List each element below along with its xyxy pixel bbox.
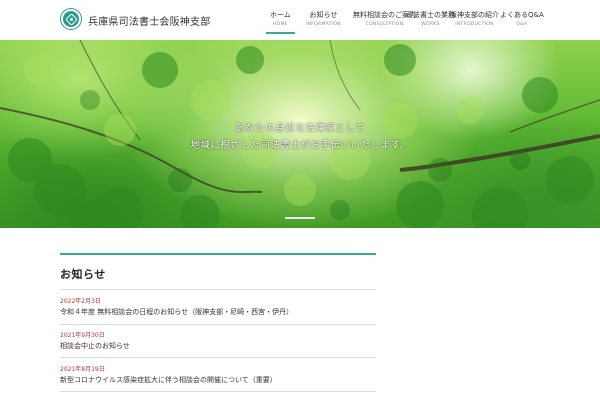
- nav-works[interactable]: 司法書士の業務 WORKS: [406, 11, 455, 28]
- news-item-link[interactable]: 新型コロナウイルス感染症拡大に伴う相談会の開催について（重要）: [60, 375, 277, 385]
- news-date: 2021年9月30日: [60, 332, 105, 339]
- hero-headline-line2: 地域に根ざした司法書士がお手伝いいたします。: [190, 140, 410, 151]
- nav-works-label: 司法書士の業務: [406, 11, 455, 19]
- nav-qa-label: よくあるQ&A: [500, 11, 544, 19]
- news-date: 2022年2月3日: [60, 298, 101, 305]
- nav-works-sublabel: WORKS: [421, 22, 440, 27]
- news-divider: [60, 289, 376, 290]
- nav-qa-sublabel: Q&A: [516, 22, 528, 27]
- hero-headline-line1: あなたの身近な法律家として: [235, 123, 365, 134]
- nav-information[interactable]: お知らせ INFORMATION: [306, 11, 341, 28]
- nav-information-label: お知らせ: [309, 11, 338, 19]
- news-divider: [60, 324, 376, 325]
- nav-home-label: ホーム: [270, 11, 291, 19]
- slider-indicator[interactable]: [285, 217, 315, 219]
- leaves-background-image: [0, 40, 600, 228]
- news-divider: [60, 357, 376, 358]
- news-item-link[interactable]: 令和４年度 無料相談会の日程のお知らせ（阪神支部・尼崎・西宮・伊丹）: [60, 307, 293, 317]
- nav-introduction-sublabel: INTRODUCTION: [455, 22, 494, 27]
- nav-introduction[interactable]: 阪神支部の紹介 INTRODUCTION: [450, 11, 499, 28]
- news-divider: [60, 391, 376, 392]
- nav-home[interactable]: ホーム HOME: [266, 11, 295, 34]
- news-top-divider: [60, 253, 376, 255]
- main-nav: ホーム HOME お知らせ INFORMATION 無料相談会のご案内 CONS…: [0, 0, 600, 40]
- news-date: 2021年8月19日: [60, 366, 105, 373]
- nav-qa[interactable]: よくあるQ&A Q&A: [500, 11, 544, 28]
- news-heading: お知らせ: [60, 268, 106, 281]
- nav-information-sublabel: INFORMATION: [306, 22, 341, 27]
- site-header: 兵庫県司法書士会阪神支部 ホーム HOME お知らせ INFORMATION 無…: [0, 0, 600, 40]
- nav-home-sublabel: HOME: [272, 22, 288, 27]
- hero-slider: あなたの身近な法律家として 地域に根ざした司法書士がお手伝いいたします。: [0, 40, 600, 228]
- nav-introduction-label: 阪神支部の紹介: [450, 11, 499, 19]
- news-item-link[interactable]: 相談会中止のお知らせ: [60, 341, 130, 351]
